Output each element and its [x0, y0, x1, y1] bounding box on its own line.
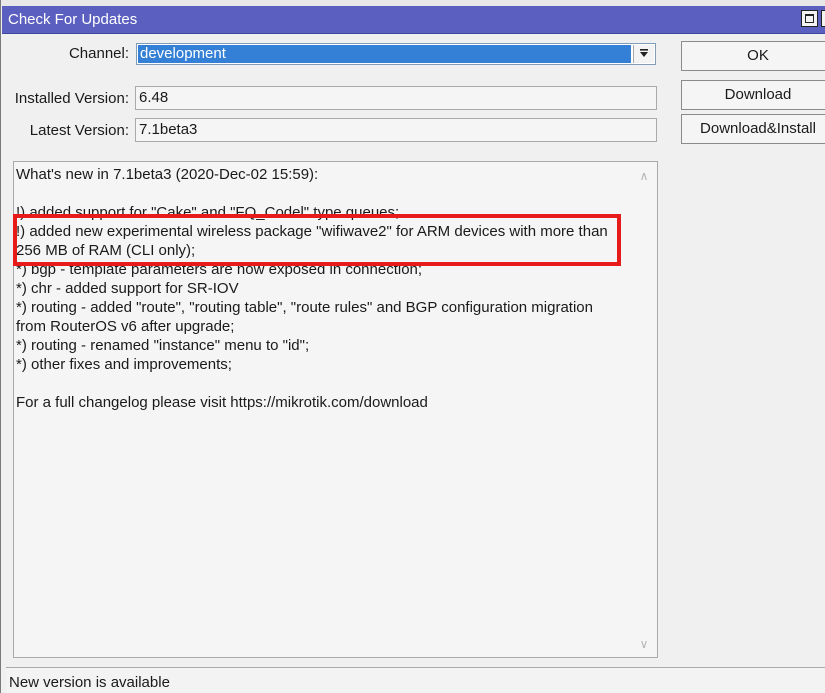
channel-label: Channel: — [68, 45, 129, 62]
maximize-icon[interactable] — [801, 10, 818, 27]
changelog-line: *) other fixes and improvements; — [16, 356, 232, 373]
download-button[interactable]: Download — [681, 80, 825, 110]
window-title: Check For Updates — [8, 11, 138, 28]
channel-select[interactable]: development — [136, 43, 656, 65]
latest-version-label: Latest Version: — [29, 122, 129, 139]
title-bar[interactable]: Check For Updates — [2, 6, 825, 34]
latest-version-field: 7.1beta3 — [135, 118, 657, 142]
scroll-up-icon[interactable]: ∧ — [636, 168, 652, 184]
changelog-line: *) chr - added support for SR-IOV — [16, 280, 239, 297]
dropdown-arrow-icon[interactable] — [633, 45, 654, 63]
changelog-line: *) routing - renamed "instance" menu to … — [16, 337, 310, 354]
changelog-line: For a full changelog please visit https:… — [16, 394, 428, 411]
download-install-button[interactable]: Download&Install — [681, 114, 825, 144]
restore-icon[interactable] — [821, 10, 825, 27]
status-text: New version is available — [9, 674, 170, 691]
installed-version-field: 6.48 — [135, 86, 657, 110]
status-bar: New version is available — [6, 667, 825, 693]
channel-value: development — [138, 45, 631, 63]
installed-version-label: Installed Version: — [14, 90, 129, 107]
changelog-line: from RouterOS v6 after upgrade; — [16, 318, 235, 335]
scroll-down-icon[interactable]: ∨ — [636, 636, 652, 652]
highlight-box — [13, 214, 621, 266]
ok-button[interactable]: OK — [681, 41, 825, 71]
changelog-line: What's new in 7.1beta3 (2020-Dec-02 15:5… — [16, 166, 319, 183]
check-for-updates-window: Check For Updates Channel: development I… — [0, 0, 825, 693]
changelog-line: *) routing - added "route", "routing tab… — [16, 299, 593, 316]
